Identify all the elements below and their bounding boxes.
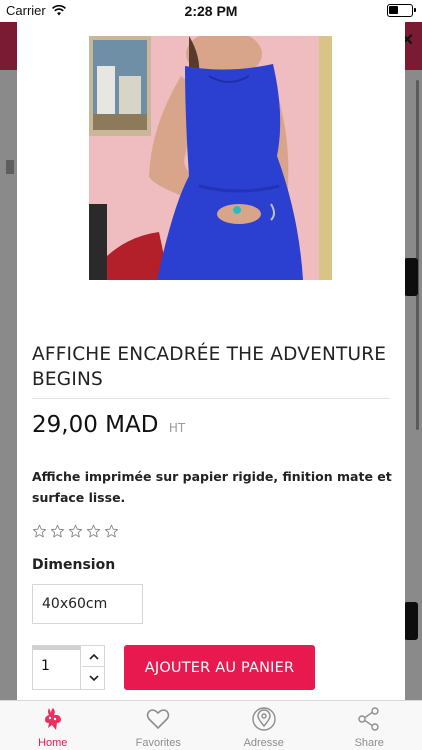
star-icon[interactable]	[68, 524, 83, 539]
star-icon[interactable]	[32, 524, 47, 539]
product-description: Affiche imprimée sur papier rigide, fini…	[32, 469, 392, 505]
chevron-down-icon	[88, 675, 99, 682]
star-icon[interactable]	[50, 524, 65, 539]
add-to-cart-button[interactable]: AJOUTER AU PANIER	[124, 645, 315, 690]
tab-share[interactable]: Share	[317, 701, 422, 750]
tab-favorites[interactable]: Favorites	[106, 701, 212, 750]
product-title: AFFICHE ENCADRÉE THE ADVENTURE BEGINS	[32, 344, 387, 390]
product-photo-blue-dress	[89, 36, 332, 280]
clock: 2:28 PM	[184, 3, 238, 19]
tab-adresse-label: Adresse	[243, 737, 284, 749]
background-element	[6, 160, 14, 174]
location-pin-icon	[252, 707, 276, 731]
quantity-stepper: 1	[32, 645, 105, 690]
background-scrollbar	[416, 80, 419, 430]
dimension-label: Dimension	[32, 557, 116, 573]
tax-label: HT	[168, 420, 186, 435]
battery-icon	[387, 4, 416, 17]
star-icon[interactable]	[86, 524, 101, 539]
divider	[32, 398, 390, 399]
product-image[interactable]	[89, 36, 332, 280]
background-element	[404, 602, 418, 640]
heart-icon	[146, 709, 170, 729]
price-row: 29,00 MAD HT	[32, 412, 185, 438]
chevron-up-icon	[88, 653, 99, 660]
tab-home-label: Home	[38, 737, 68, 749]
star-icon[interactable]	[104, 524, 119, 539]
tab-adresse[interactable]: Adresse	[211, 701, 317, 750]
share-icon	[358, 707, 379, 731]
quantity-input[interactable]: 1	[33, 646, 81, 689]
home-icon	[44, 708, 61, 730]
product-quick-view-modal: AFFICHE ENCADRÉE THE ADVENTURE BEGINS 29…	[17, 22, 405, 700]
quantity-decrease-button[interactable]	[82, 668, 105, 689]
dimension-select[interactable]: 40x60cm	[32, 584, 143, 624]
quantity-increase-button[interactable]	[82, 646, 105, 667]
rating-stars[interactable]	[32, 524, 119, 539]
status-bar: Carrier 2:28 PM	[0, 0, 422, 22]
tab-bar: Home Favorites Adresse Share	[0, 700, 422, 750]
background-element	[404, 258, 418, 296]
tab-home[interactable]: Home	[0, 701, 106, 750]
tab-share-label: Share	[354, 737, 384, 749]
product-price: 29,00 MAD	[32, 412, 159, 438]
tab-favorites-label: Favorites	[135, 737, 181, 749]
